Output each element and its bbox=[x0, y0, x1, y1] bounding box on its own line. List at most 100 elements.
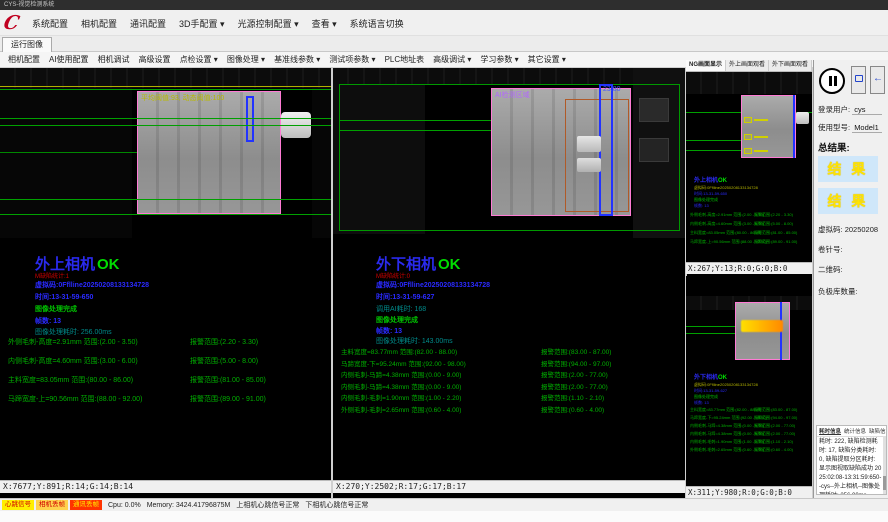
measurement-row: 主料宽度=83.77mm 范围:(82.00 - 88.00) 报警范围:(83… bbox=[341, 346, 611, 356]
pixel-coord-bar: X:7677;Y:891;R:14;G:14;B:14 bbox=[0, 480, 331, 493]
measure-text: 内侧毛刺-马蹄=4.38mm 范围:(0.00 - 9.00) bbox=[341, 381, 541, 391]
login-user-label: 登录用户: bbox=[818, 105, 850, 114]
toolbar-item[interactable]: 高级设置 bbox=[139, 54, 171, 65]
toolbar-item[interactable]: 相机配置 bbox=[8, 54, 40, 65]
result-ok: OK bbox=[97, 256, 120, 273]
measure-line-green bbox=[0, 199, 331, 200]
baseline-green bbox=[0, 89, 331, 90]
model-value[interactable]: Model1 bbox=[852, 123, 882, 133]
measure-value: 23.80 bbox=[603, 86, 621, 93]
menu-item[interactable]: 系统配置 bbox=[32, 17, 68, 30]
measure-text: 内侧毛刺-马蹄=4.38mm 范围:(0.00 - 9.00) bbox=[690, 423, 754, 429]
toolbar-item[interactable]: 图像处理 ▾ bbox=[227, 54, 265, 65]
toolbar-item[interactable]: 相机调试 bbox=[98, 54, 130, 65]
log-scrollbar[interactable] bbox=[883, 436, 886, 494]
measure-text: 主料宽度=83.77mm 范围:(82.00 - 88.00) bbox=[690, 407, 754, 413]
measure-roi-blue bbox=[246, 96, 254, 142]
toolbar-item[interactable]: 点检设置 ▾ bbox=[180, 54, 218, 65]
measure-text: 马蹄宽度-上=90.56mm 范围:(88.00 - 92.00) bbox=[8, 394, 190, 404]
frames-line: 帧数: 13 bbox=[376, 326, 402, 336]
menu-item[interactable]: 查看 ▾ bbox=[312, 17, 337, 30]
camera-name: 外上相机 bbox=[694, 178, 718, 184]
alarm-range: 报警范围:(2.00 - 77.00) bbox=[541, 381, 608, 391]
cell-texture bbox=[138, 92, 280, 213]
cam-up-heartbeat: 上相机心跳信号正常 bbox=[236, 500, 299, 510]
ng-tab[interactable]: 外上画面观看 bbox=[726, 60, 769, 71]
menu-item[interactable]: 系统语言切换 bbox=[350, 17, 404, 30]
toolbar-item[interactable]: 学习参数 ▾ bbox=[480, 54, 518, 65]
toolbar-item[interactable]: PLC地址表 bbox=[385, 54, 425, 65]
measure-text: 内侧毛刺-高度=4.60mm 范围:(3.00 - 6.00) bbox=[8, 356, 190, 366]
camera-panel-lower: AI检测区域 23.80 外下相机OK M缺陷统计:0 虚拟码:0Fflline… bbox=[333, 68, 685, 498]
panel-divider bbox=[331, 68, 333, 498]
log-scroll-thumb[interactable] bbox=[883, 476, 886, 490]
roi-cell-rect bbox=[137, 91, 281, 214]
login-user-row: 登录用户: cys bbox=[818, 104, 886, 115]
done-line: 图像处理完成 bbox=[376, 315, 418, 325]
menu-items: 系统配置相机配置通讯配置 3D手配置 ▾ 光源控制配置 ▾ 查看 ▾ 系统语言切换 bbox=[32, 10, 404, 36]
ai-time-line: 调用AI耗时: 168 bbox=[376, 304, 426, 314]
roi-orange-rect bbox=[565, 99, 629, 212]
toolbar-item[interactable]: 基准线参数 ▾ bbox=[274, 54, 320, 65]
login-user-value: cys bbox=[852, 105, 882, 115]
log-tabs: 耗时信息统计信息缺陷信息 bbox=[817, 426, 886, 437]
toolbar-item[interactable]: AI使用配置 bbox=[49, 54, 89, 65]
measure-line-green bbox=[686, 150, 741, 151]
measurement-row: 外侧毛刺-高度=2.91mm 范围:(2.00 - 3.50) 报警范围:(2.… bbox=[690, 212, 793, 218]
toolbar-item[interactable]: 其它设置 ▾ bbox=[528, 54, 566, 65]
barcode-value: 20250208 bbox=[845, 225, 878, 234]
log-tab[interactable]: 缺陷信息 bbox=[869, 427, 887, 435]
toolbar-item[interactable]: 测试项参数 ▾ bbox=[329, 54, 375, 65]
measurement-row: 外侧毛刺-毛刺=2.65mm 范围:(0.60 - 4.00) 报警范围:(0.… bbox=[341, 404, 604, 414]
ng-preview-upper bbox=[686, 72, 812, 170]
elapsed-line: 图像处理耗时: 143.00ms bbox=[376, 336, 453, 346]
log-tab[interactable]: 耗时信息 bbox=[819, 427, 841, 435]
alarm-range: 报警范围:(89.00 - 91.00) bbox=[754, 239, 797, 245]
measure-text: 内侧毛刺-马蹄=4.38mm 范围:(0.00 - 9.00) bbox=[690, 431, 754, 437]
measurement-row: 外侧毛刺-毛刺=2.65mm 范围:(0.60 - 4.00) 报警范围:(0.… bbox=[690, 447, 793, 453]
menu-item[interactable]: 光源控制配置 ▾ bbox=[238, 17, 299, 30]
camera-capture-button[interactable] bbox=[851, 66, 866, 94]
gripper-part bbox=[796, 112, 809, 124]
app-window: CYS-视觉检测系统 C 系统配置相机配置通讯配置3D手配置 ▾光源控制配置 ▾… bbox=[0, 0, 888, 522]
cam-down-heartbeat: 下相机心跳信号正常 bbox=[305, 500, 368, 510]
pause-button[interactable] bbox=[819, 68, 845, 94]
total-result-label: 总结果: bbox=[818, 140, 850, 154]
camera-result-title: 外上相机OK bbox=[694, 175, 727, 184]
menu-item[interactable]: 相机配置 bbox=[81, 17, 117, 30]
ng-highlight-blob bbox=[741, 320, 783, 332]
camera-icon bbox=[855, 75, 863, 82]
tab-run-image[interactable]: 运行图像 bbox=[2, 37, 52, 52]
measurement-row: 主料宽度=83.05mm 范围:(80.00 - 86.00) 报警范围:(81… bbox=[8, 375, 266, 385]
barcode-line: 虚拟码:0Fflline20250208133134728 bbox=[35, 280, 149, 290]
measure-line-green bbox=[0, 118, 331, 119]
measure-text: 马蹄宽度-下=95.24mm 范围:(92.00 - 98.00) bbox=[341, 358, 541, 368]
measure-line-green bbox=[686, 326, 735, 327]
frames-line: 帧数: 13 bbox=[694, 203, 709, 209]
measurement-row: 内侧毛刺-马蹄=4.38mm 范围:(0.00 - 9.00) 报警范围:(2.… bbox=[341, 369, 608, 379]
alarm-range: 报警范围:(5.00 - 8.00) bbox=[754, 221, 793, 227]
measurement-row: 主料宽度=83.77mm 范围:(82.00 - 88.00) 报警范围:(83… bbox=[690, 407, 797, 413]
pixel-coord-bar: X:267;Y:13;R:0;G:0;B:0 bbox=[686, 262, 812, 274]
ng-tab[interactable]: NG画面显示 bbox=[686, 60, 726, 71]
measurement-row: 内侧毛刺-马蹄=4.38mm 范围:(0.00 - 9.00) 报警范围:(2.… bbox=[690, 423, 795, 429]
alarm-range: 报警范围:(2.00 - 77.00) bbox=[541, 369, 608, 379]
menu-item[interactable]: 通讯配置 bbox=[130, 17, 166, 30]
logout-button[interactable]: ← bbox=[870, 66, 885, 94]
measurement-row: 内侧毛刺-毛刺=1.90mm 范围:(1.00 - 2.20) 报警范围:(1.… bbox=[341, 392, 604, 402]
measure-line-green bbox=[686, 333, 735, 334]
highlight-part bbox=[577, 136, 601, 152]
log-tab[interactable]: 统计信息 bbox=[844, 427, 866, 435]
alarm-range: 报警范围:(2.00 - 77.00) bbox=[754, 431, 795, 437]
measure-text: 主料宽度=83.05mm 范围:(80.00 - 86.00) bbox=[8, 375, 190, 385]
alarm-range: 报警范围:(83.00 - 87.00) bbox=[754, 407, 797, 413]
menu-item[interactable]: 3D手配置 ▾ bbox=[179, 17, 225, 30]
barcode-row: 虚拟码: 20250208 bbox=[818, 224, 886, 235]
measure-line-green bbox=[686, 140, 741, 141]
ng-tab[interactable]: 外下画面观看 bbox=[769, 60, 812, 71]
alarm-range: 报警范围:(2.20 - 3.30) bbox=[190, 337, 258, 347]
defect-label-mark bbox=[754, 119, 768, 121]
toolbar-item[interactable]: 高级调试 ▾ bbox=[433, 54, 471, 65]
window-bottom-edge bbox=[0, 511, 888, 522]
alarm-range: 报警范围:(2.00 - 77.00) bbox=[754, 423, 795, 429]
